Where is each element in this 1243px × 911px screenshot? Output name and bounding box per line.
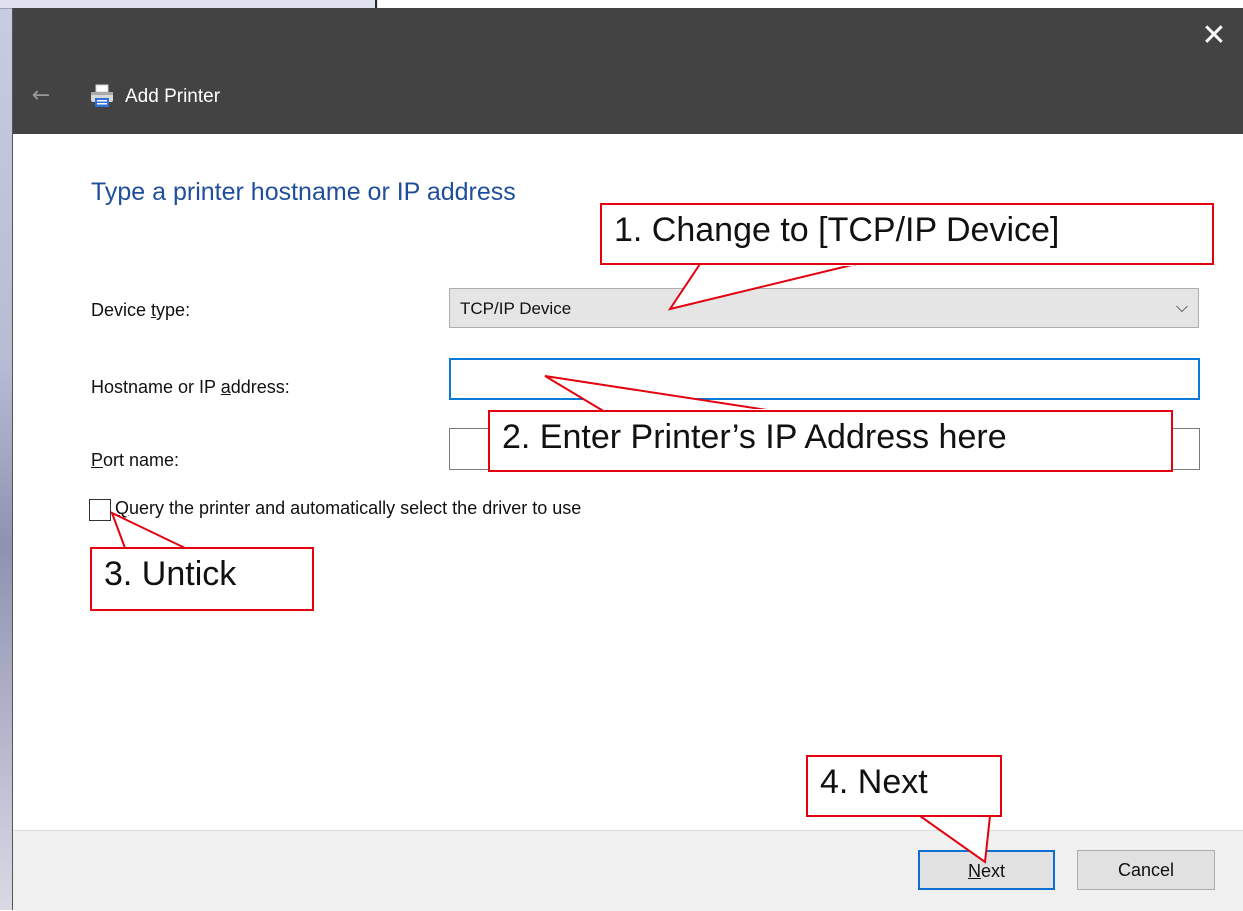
hostname-label-post: ddress: [230, 377, 290, 397]
device-type-label: Device type: [91, 300, 190, 321]
close-icon[interactable]: ✕ [1194, 16, 1234, 56]
query-label-accel: Q [115, 498, 130, 518]
back-arrow-icon[interactable]: ← [27, 82, 55, 110]
hostname-label-pre: Hostname or IP [91, 377, 221, 397]
next-button[interactable]: Next [918, 850, 1055, 890]
hostname-label-accel: a [220, 377, 231, 397]
cancel-button[interactable]: Cancel [1077, 850, 1215, 890]
window-title: Add Printer [125, 86, 221, 107]
port-label-post: ort name: [103, 450, 180, 470]
background-window-divider [375, 0, 377, 8]
query-label-post: uery the printer and automatically selec… [129, 498, 582, 518]
next-label-post: ext [980, 861, 1005, 881]
query-printer-checkbox[interactable] [89, 499, 111, 521]
device-type-label-post: ype: [156, 300, 191, 320]
callout-step-3: 3. Untick [90, 547, 314, 611]
hostname-input[interactable] [449, 358, 1200, 400]
device-type-select[interactable]: TCP/IP Device ⌵ [449, 288, 1199, 328]
callout-step-4: 4. Next [806, 755, 1002, 817]
query-printer-label[interactable]: Query the printer and automatically sele… [115, 498, 581, 519]
page-heading: Type a printer hostname or IP address [91, 178, 516, 206]
next-accel: N [967, 861, 981, 881]
callout-step-1: 1. Change to [TCP/IP Device] [600, 203, 1214, 265]
chevron-down-icon: ⌵ [1175, 297, 1188, 316]
port-name-label: Port name: [91, 450, 179, 471]
title-bar: ✕ ← Add Printer [13, 8, 1243, 134]
device-type-label-pre: Device [91, 300, 152, 320]
hostname-label: Hostname or IP address: [91, 377, 290, 398]
device-type-value: TCP/IP Device [460, 299, 572, 318]
port-label-accel: P [91, 450, 104, 470]
dialog-footer [13, 830, 1243, 911]
callout-step-2: 2. Enter Printer’s IP Address here [488, 410, 1173, 472]
printer-icon [91, 84, 113, 107]
